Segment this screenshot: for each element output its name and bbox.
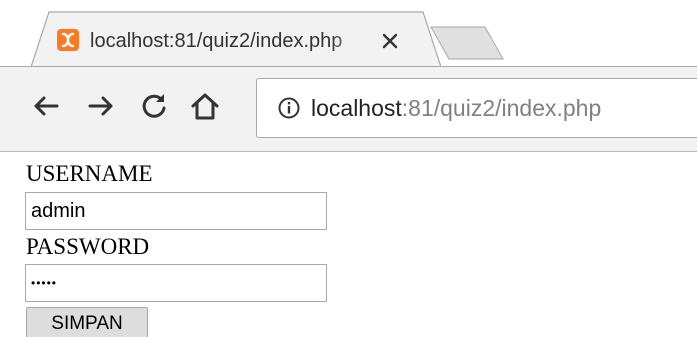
address-bar[interactable]: localhost:81/quiz2/index.php: [256, 78, 697, 138]
tab-title: localhost:81/quiz2/index.php: [90, 30, 343, 52]
tab-strip: localhost:81/quiz2/index.php: [0, 0, 697, 67]
forward-arrow-icon[interactable]: [84, 89, 118, 123]
password-masked-value: •••••: [31, 276, 58, 290]
tab-title-fade: [331, 26, 369, 56]
username-value: admin: [31, 200, 86, 222]
page-content: USERNAME admin PASSWORD ••••• SIMPAN: [0, 152, 697, 337]
browser-window: localhost:81/quiz2/index.php localhost:8…: [0, 0, 697, 337]
url-host: localhost: [311, 95, 402, 121]
home-icon[interactable]: [188, 89, 222, 123]
back-arrow-icon[interactable]: [29, 89, 63, 123]
reload-icon[interactable]: [137, 89, 171, 123]
url-text[interactable]: localhost:81/quiz2/index.php: [311, 92, 601, 124]
toolbar: localhost:81/quiz2/index.php: [0, 66, 697, 152]
xampp-icon: [57, 29, 79, 51]
url-path: :81/quiz2/index.php: [401, 95, 602, 121]
password-label: PASSWORD: [26, 234, 150, 259]
simpan-button[interactable]: SIMPAN: [26, 307, 148, 337]
active-tab[interactable]: localhost:81/quiz2/index.php: [31, 11, 441, 67]
username-input[interactable]: admin: [25, 192, 327, 230]
close-icon[interactable]: [378, 29, 402, 53]
new-tab-button[interactable]: [429, 25, 505, 61]
password-input[interactable]: •••••: [25, 264, 327, 302]
info-icon[interactable]: [277, 96, 301, 120]
username-label: USERNAME: [26, 161, 153, 186]
